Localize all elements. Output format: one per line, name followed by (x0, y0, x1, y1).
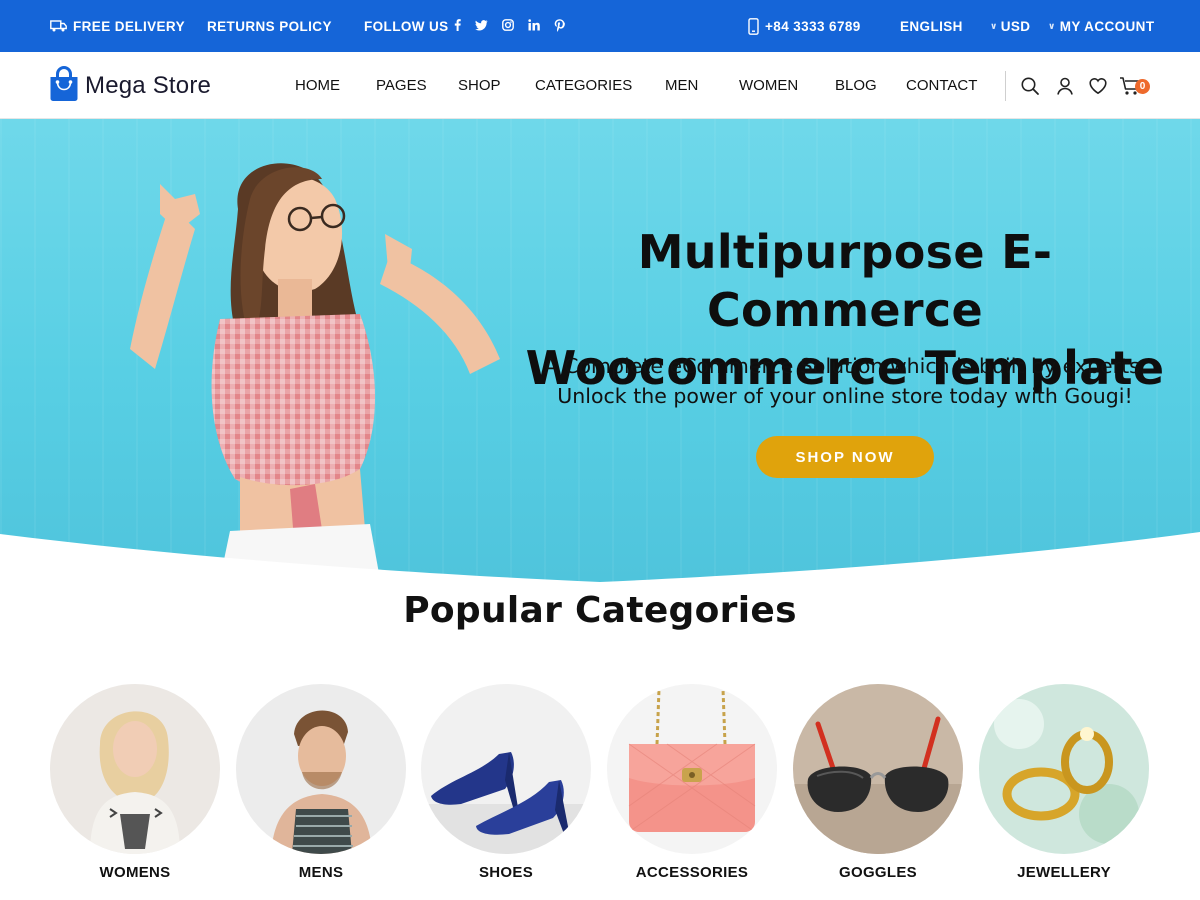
category-shoes-label: SHOES (478, 864, 533, 881)
nav-blog[interactable]: BLOG (835, 52, 877, 119)
header-divider (1005, 71, 1006, 101)
hero-subtitle-line2: Unlock the power of your online store to… (557, 384, 1133, 408)
category-mens-label: MENS (298, 864, 344, 881)
language-label: ENGLISH (900, 18, 963, 34)
my-account-label: MY ACCOUNT (1059, 18, 1155, 34)
category-jewellery-label: JEWELLERY (1017, 864, 1111, 881)
bag-logo-icon (49, 65, 79, 107)
nav-categories[interactable]: CATEGORIES (535, 52, 632, 119)
cart-count-badge: 0 (1135, 79, 1150, 94)
chevron-down-icon: ∨ (990, 20, 998, 31)
social-links (454, 0, 565, 52)
logo-text: Mega Store (85, 72, 212, 99)
category-jewellery[interactable]: JEWELLERY (979, 684, 1149, 881)
instagram-icon[interactable] (502, 19, 514, 33)
category-accessories[interactable]: ACCESSORIES (607, 684, 777, 881)
nav-women[interactable]: WOMEN (739, 52, 798, 119)
chevron-down-icon: ∨ (1048, 20, 1056, 31)
currency-label: USD (1000, 18, 1031, 34)
category-accessories-label: ACCESSORIES (635, 864, 749, 881)
category-goggles-label: GOGGLES (839, 864, 917, 881)
hero-banner: Multipurpose E-Commerce Woocommerce Temp… (0, 119, 1200, 582)
truck-icon (50, 20, 67, 32)
phone-link[interactable]: +84 3333 6789 (748, 0, 861, 52)
user-icon[interactable] (1055, 76, 1075, 96)
returns-policy-link[interactable]: RETURNS POLICY (207, 0, 332, 52)
linkedin-icon[interactable] (528, 19, 540, 33)
category-mens[interactable]: MENS (236, 684, 406, 881)
pinterest-icon[interactable] (554, 18, 565, 34)
phone-icon (748, 17, 759, 35)
free-delivery-label: FREE DELIVERY (73, 18, 185, 34)
currency-selector[interactable]: ∨ USD (990, 0, 1030, 52)
category-womens-label: WOMENS (99, 864, 171, 881)
category-goggles[interactable]: GOGGLES (793, 684, 963, 881)
shop-now-button[interactable]: SHOP NOW (756, 436, 934, 478)
site-logo[interactable]: Mega Store (49, 65, 212, 107)
popular-categories-title: Popular Categories (403, 590, 797, 631)
category-shoes-image (421, 684, 591, 854)
heart-icon[interactable] (1088, 76, 1108, 96)
hero-title-line1: Multipurpose E-Commerce (637, 225, 1053, 337)
language-selector[interactable]: ENGLISH (900, 0, 963, 52)
returns-policy-label: RETURNS POLICY (207, 18, 332, 34)
category-womens[interactable]: WOMENS (50, 684, 220, 881)
nav-contact[interactable]: CONTACT (906, 52, 977, 119)
my-account-menu[interactable]: ∨ MY ACCOUNT (1048, 0, 1154, 52)
twitter-icon[interactable] (475, 19, 488, 33)
category-shoes[interactable]: SHOES (421, 684, 591, 881)
category-jewellery-image (979, 684, 1149, 854)
follow-us-text: FOLLOW US (364, 18, 449, 34)
nav-pages[interactable]: PAGES (376, 52, 427, 119)
nav-men[interactable]: MEN (665, 52, 698, 119)
hero-subtitle: A Complete eCommerce Solution which is b… (530, 351, 1160, 411)
nav-shop[interactable]: SHOP (458, 52, 501, 119)
category-accessories-image (607, 684, 777, 854)
follow-us-label: FOLLOW US (364, 0, 449, 52)
facebook-icon[interactable] (454, 19, 461, 33)
top-bar: FREE DELIVERY RETURNS POLICY FOLLOW US +… (0, 0, 1200, 52)
nav-home[interactable]: HOME (295, 52, 340, 119)
phone-number: +84 3333 6789 (765, 18, 861, 34)
category-womens-image (50, 684, 220, 854)
search-icon[interactable] (1020, 76, 1040, 96)
hero-subtitle-line1: A Complete eCommerce Solution which is b… (543, 354, 1147, 378)
category-mens-image (236, 684, 406, 854)
free-delivery-link[interactable]: FREE DELIVERY (50, 0, 185, 52)
category-goggles-image (793, 684, 963, 854)
main-header: Mega Store HOME PAGES SHOP CATEGORIES ME… (0, 52, 1200, 119)
